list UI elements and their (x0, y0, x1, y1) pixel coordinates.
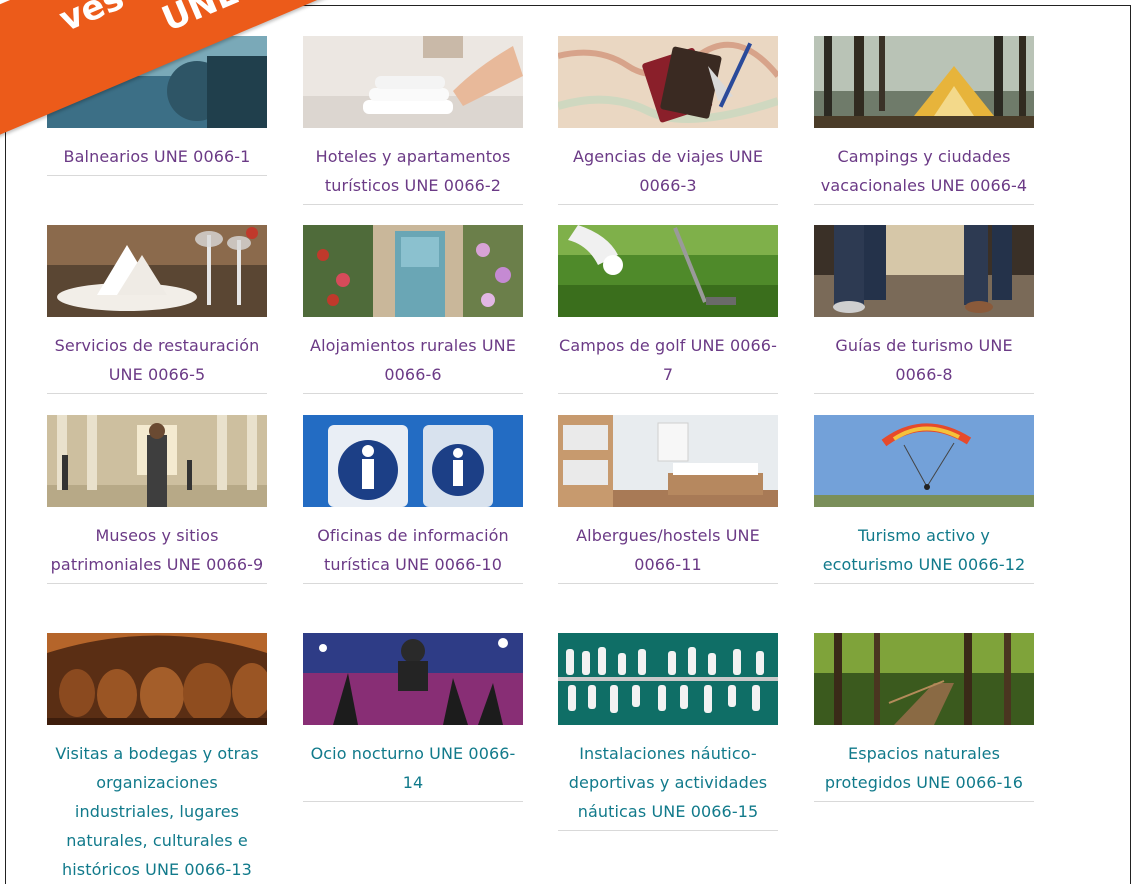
divider (303, 801, 523, 802)
thumbnail-agencias[interactable] (558, 36, 778, 128)
card-turismo-activo[interactable]: Turismo activo y ecoturismo UNE 0066-12 (814, 415, 1034, 584)
thumbnail-campings[interactable] (814, 36, 1034, 128)
thumbnail-oficinas[interactable] (303, 415, 523, 507)
card-caption[interactable]: Espacios naturales protegidos UNE 0066-1… (814, 739, 1034, 797)
divider (558, 830, 778, 831)
card-caption[interactable]: Turismo activo y ecoturismo UNE 0066-12 (814, 521, 1034, 579)
thumbnail-albergues[interactable] (558, 415, 778, 507)
walking-street-image (814, 225, 1034, 317)
divider (303, 204, 523, 205)
golf-image (558, 225, 778, 317)
divider (558, 393, 778, 394)
museum-hall-image (47, 415, 267, 507)
card-albergues[interactable]: Albergues/hostels UNE 0066-11 (558, 415, 778, 584)
divider (47, 175, 267, 176)
card-rurales[interactable]: Alojamientos rurales UNE 0066-6 (303, 225, 523, 394)
card-restauracion[interactable]: Servicios de restauración UNE 0066-5 (47, 225, 267, 394)
thumbnail-hoteles[interactable] (303, 36, 523, 128)
card-museos[interactable]: Museos y sitios patrimoniales UNE 0066-9 (47, 415, 267, 584)
wine-barrels-image (47, 633, 267, 725)
card-caption[interactable]: Museos y sitios patrimoniales UNE 0066-9 (47, 521, 267, 579)
divider (814, 583, 1034, 584)
card-oficinas[interactable]: Oficinas de información turística UNE 00… (303, 415, 523, 584)
card-hoteles[interactable]: Hoteles y apartamentos turísticos UNE 00… (303, 36, 523, 205)
map-passport-image (558, 36, 778, 128)
card-golf[interactable]: Campos de golf UNE 0066-7 (558, 225, 778, 394)
divider (814, 393, 1034, 394)
card-caption[interactable]: Albergues/hostels UNE 0066-11 (558, 521, 778, 579)
divider (558, 583, 778, 584)
marina-image (558, 633, 778, 725)
card-caption[interactable]: Campings y ciudades vacacionales UNE 006… (814, 142, 1034, 200)
dining-table-image (47, 225, 267, 317)
card-caption[interactable]: Ocio nocturno UNE 0066-14 (303, 739, 523, 797)
thumbnail-turismo-activo[interactable] (814, 415, 1034, 507)
forest-path-image (814, 633, 1034, 725)
card-bodegas[interactable]: Visitas a bodegas y otras organizaciones… (47, 633, 267, 884)
thumbnail-rurales[interactable] (303, 225, 523, 317)
card-caption[interactable]: Campos de golf UNE 0066-7 (558, 331, 778, 389)
card-caption[interactable]: Instalaciones náutico-deportivas y activ… (558, 739, 778, 826)
divider (558, 204, 778, 205)
card-espacios-naturales[interactable]: Espacios naturales protegidos UNE 0066-1… (814, 633, 1034, 802)
card-caption[interactable]: Balnearios UNE 0066-1 (47, 142, 267, 171)
card-caption[interactable]: Servicios de restauración UNE 0066-5 (47, 331, 267, 389)
card-agencias[interactable]: Agencias de viajes UNE 0066-3 (558, 36, 778, 205)
card-ocio-nocturno[interactable]: Ocio nocturno UNE 0066-14 (303, 633, 523, 802)
card-nautico[interactable]: Instalaciones náutico-deportivas y activ… (558, 633, 778, 831)
hostel-room-image (558, 415, 778, 507)
divider (303, 393, 523, 394)
divider (47, 393, 267, 394)
card-caption[interactable]: Guías de turismo UNE 0066-8 (814, 331, 1034, 389)
rural-door-image (303, 225, 523, 317)
card-guias[interactable]: Guías de turismo UNE 0066-8 (814, 225, 1034, 394)
divider (303, 583, 523, 584)
tent-image (814, 36, 1034, 128)
thumbnail-golf[interactable] (558, 225, 778, 317)
thumbnail-museos[interactable] (47, 415, 267, 507)
card-campings[interactable]: Campings y ciudades vacacionales UNE 006… (814, 36, 1034, 205)
thumbnail-restauracion[interactable] (47, 225, 267, 317)
thumbnail-nautico[interactable] (558, 633, 778, 725)
card-caption[interactable]: Visitas a bodegas y otras organizaciones… (47, 739, 267, 884)
card-caption[interactable]: Oficinas de información turística UNE 00… (303, 521, 523, 579)
info-sign-image (303, 415, 523, 507)
thumbnail-espacios-naturales[interactable] (814, 633, 1034, 725)
towels-image (303, 36, 523, 128)
card-caption[interactable]: Alojamientos rurales UNE 0066-6 (303, 331, 523, 389)
thumbnail-guias[interactable] (814, 225, 1034, 317)
divider (47, 583, 267, 584)
banner-line-2: UNE (156, 0, 245, 40)
card-caption[interactable]: Hoteles y apartamentos turísticos UNE 00… (303, 142, 523, 200)
thumbnail-bodegas[interactable] (47, 633, 267, 725)
divider (814, 204, 1034, 205)
paraglider-image (814, 415, 1034, 507)
thumbnail-ocio-nocturno[interactable] (303, 633, 523, 725)
nightlife-image (303, 633, 523, 725)
card-caption[interactable]: Agencias de viajes UNE 0066-3 (558, 142, 778, 200)
divider (814, 801, 1034, 802)
